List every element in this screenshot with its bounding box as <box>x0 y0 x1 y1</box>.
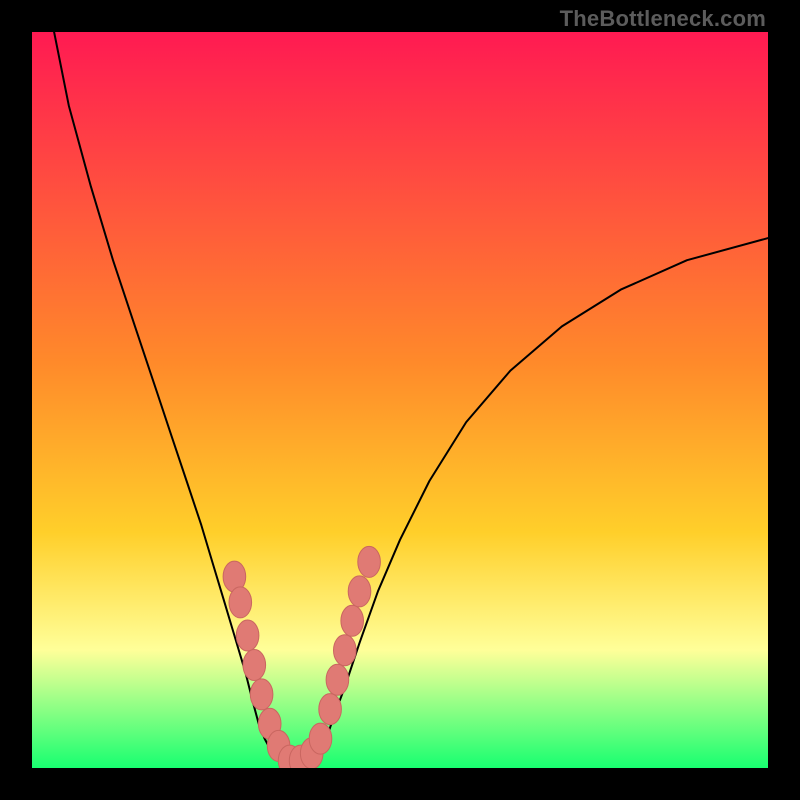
chart-svg <box>32 32 768 768</box>
data-marker <box>229 587 252 618</box>
data-marker <box>236 620 259 651</box>
data-marker <box>309 723 332 754</box>
data-marker <box>250 679 273 710</box>
data-marker <box>341 605 364 636</box>
gradient-bg <box>32 32 768 768</box>
outer-frame: TheBottleneck.com <box>0 0 800 800</box>
data-marker <box>319 694 342 725</box>
data-marker <box>326 664 349 695</box>
watermark-text: TheBottleneck.com <box>560 6 766 32</box>
data-marker <box>348 576 371 607</box>
plot-area <box>32 32 768 768</box>
data-marker <box>334 635 357 666</box>
data-marker <box>358 546 381 577</box>
data-marker <box>243 650 266 681</box>
